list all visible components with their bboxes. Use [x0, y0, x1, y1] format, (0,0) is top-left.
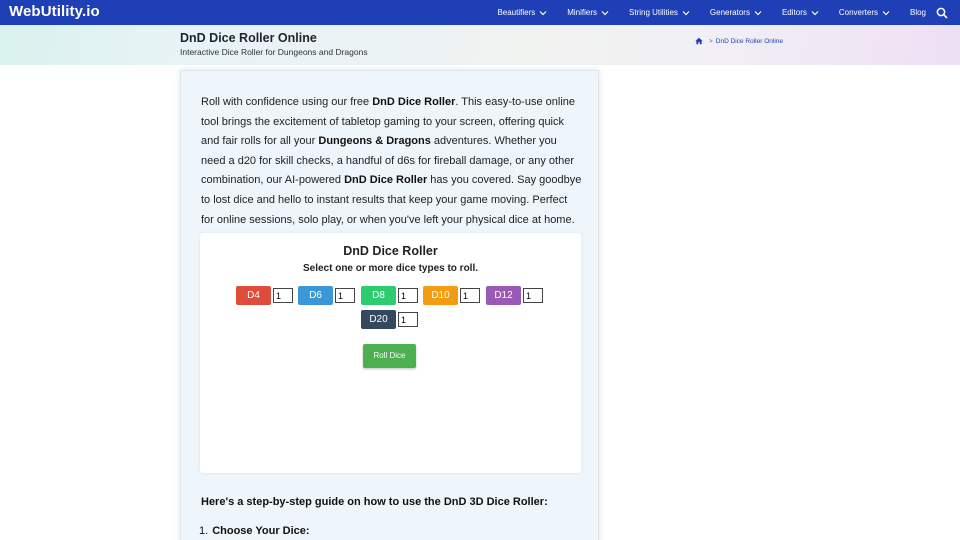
top-navbar: WebUtility.io Beautifiers Minifiers Stri…: [0, 0, 960, 25]
breadcrumb-separator: >: [709, 37, 713, 45]
d6-button[interactable]: D6: [298, 286, 333, 305]
nav-item-label: Generators: [709, 8, 750, 17]
nav-item-label: Minifiers: [567, 8, 598, 17]
chevron-down-icon: [539, 10, 547, 15]
nav-item-label: String Utilities: [629, 8, 678, 17]
d10-quantity-input[interactable]: [460, 288, 480, 303]
d6-quantity-input[interactable]: [335, 288, 355, 303]
chevron-down-icon: [754, 10, 762, 15]
intro-text: Roll with confidence using our free: [201, 96, 373, 108]
nav-item-label: Blog: [909, 8, 926, 17]
d12-button[interactable]: D12: [486, 286, 521, 305]
d4-quantity-input[interactable]: [273, 288, 293, 303]
guide-step: 1. Choose Your Dice:: [199, 525, 310, 537]
chevron-down-icon: [682, 10, 690, 15]
nav-item-minifiers[interactable]: Minifiers: [567, 8, 610, 18]
nav-item-blog[interactable]: Blog: [910, 8, 926, 17]
d12-quantity-input[interactable]: [523, 288, 543, 303]
intro-bold: DnD Dice Roller: [344, 174, 428, 187]
d20-button[interactable]: D20: [361, 310, 396, 329]
nav-item-label: Converters: [838, 8, 878, 17]
intro-bold: DnD Dice Roller: [372, 96, 456, 108]
roller-instructions: Select one or more dice types to roll.: [302, 263, 479, 274]
step-number: 1.: [199, 525, 209, 537]
breadcrumb-current[interactable]: DnD Dice Roller Online: [716, 38, 783, 45]
search-icon[interactable]: [936, 7, 948, 19]
nav-item-label: Beautifiers: [497, 8, 536, 17]
chevron-down-icon: [882, 10, 890, 15]
content-card: Roll with confidence using our free DnD …: [180, 70, 599, 540]
dice-roller-panel: DnD Dice Roller Select one or more dice …: [200, 233, 581, 473]
d8-quantity-input[interactable]: [398, 288, 418, 303]
page-title: DnD Dice Roller Online: [180, 31, 317, 45]
chevron-down-icon: [811, 10, 819, 15]
roll-dice-button[interactable]: Roll Dice: [363, 344, 416, 368]
page-subtitle: Interactive Dice Roller for Dungeons and…: [180, 47, 368, 57]
step-label: Choose Your Dice:: [212, 525, 310, 537]
nav-item-editors[interactable]: Editors: [782, 8, 820, 18]
roller-title: DnD Dice Roller: [343, 244, 438, 258]
nav-item-beautifiers[interactable]: Beautifiers: [497, 8, 548, 18]
chevron-down-icon: [601, 10, 609, 15]
site-logo[interactable]: WebUtility.io: [9, 3, 100, 20]
d20-quantity-input[interactable]: [398, 312, 418, 327]
d10-button[interactable]: D10: [423, 286, 458, 305]
intro-paragraph: Roll with confidence using our free DnD …: [201, 93, 583, 250]
intro-bold: Dungeons & Dragons: [318, 135, 431, 148]
nav-item-label: Editors: [781, 8, 807, 17]
nav-item-generators[interactable]: Generators: [710, 8, 763, 18]
guide-heading: Here's a step-by-step guide on how to us…: [201, 496, 548, 508]
d8-button[interactable]: D8: [361, 286, 396, 305]
breadcrumb: > DnD Dice Roller Online: [695, 37, 783, 45]
nav-menu: Beautifiers Minifiers String Utilities G…: [497, 0, 960, 25]
home-icon[interactable]: [695, 37, 703, 45]
d4-button[interactable]: D4: [236, 286, 271, 305]
page-header-band: [0, 25, 960, 65]
nav-item-string-utilities[interactable]: String Utilities: [629, 8, 691, 18]
nav-item-converters[interactable]: Converters: [839, 8, 891, 18]
